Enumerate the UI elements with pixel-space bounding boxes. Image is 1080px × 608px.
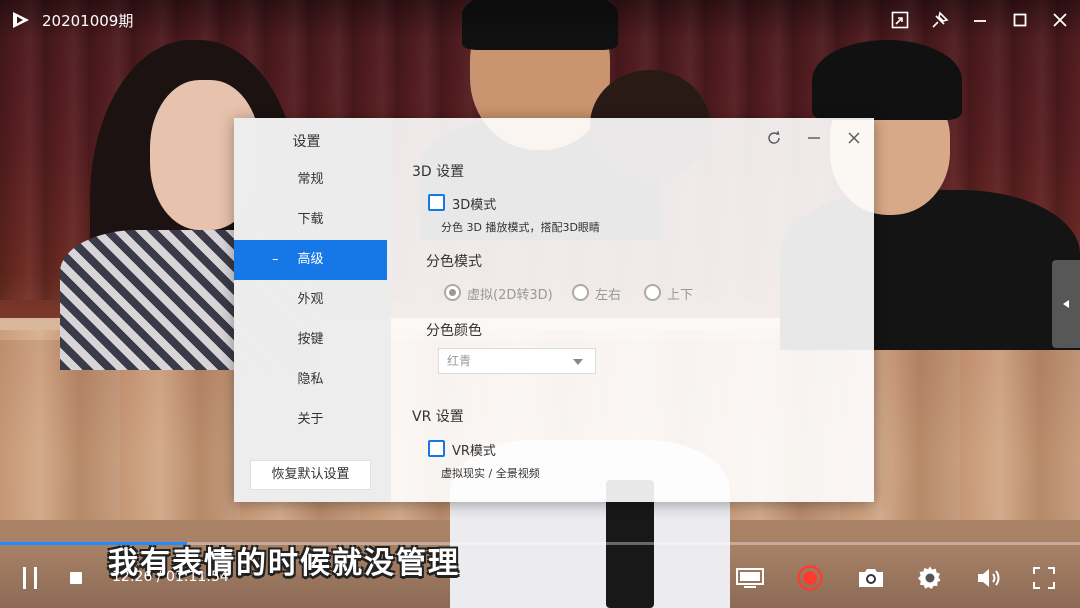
section-title-vr: VR 设置 (412, 409, 464, 425)
checkbox-vr-mode-label[interactable]: VR模式 (452, 440, 496, 459)
radio-virtual-2d-to-3d[interactable] (444, 284, 461, 301)
minimize-icon[interactable] (969, 9, 991, 31)
radio-top-bottom-label[interactable]: 上下 (667, 284, 693, 303)
settings-icon (918, 566, 941, 589)
stop-icon (70, 572, 82, 584)
volume-button[interactable] (975, 563, 1005, 593)
audience-person-cap (812, 40, 962, 120)
record-icon (797, 565, 823, 591)
timecode: 12:26 / 01:11:54 (112, 569, 229, 585)
nav-item-privacy[interactable]: 隐私 (234, 360, 387, 400)
nav-item-appearance[interactable]: 外观 (234, 280, 387, 320)
active-indicator: – (272, 252, 279, 267)
color-title: 分色颜色 (426, 323, 482, 339)
title-bar: 20201009期 (0, 0, 1080, 40)
logo-play-icon[interactable] (10, 9, 32, 31)
pin-icon[interactable] (929, 9, 951, 31)
maximize-icon[interactable] (1009, 9, 1031, 31)
mini-screen-icon[interactable] (889, 9, 911, 31)
nav-item-label: 常规 (297, 172, 324, 187)
volume-icon (978, 569, 1000, 587)
nav-item-hotkeys[interactable]: 按键 (234, 320, 387, 360)
window-title: 20201009期 (42, 12, 134, 30)
close-icon[interactable] (1049, 9, 1071, 31)
pause-button[interactable] (18, 563, 42, 593)
3d-mode-description: 分色 3D 播放模式，搭配3D眼睛 (441, 221, 600, 234)
chevron-down-icon (573, 359, 583, 365)
screenshot-button[interactable] (856, 563, 886, 593)
radio-left-right-label[interactable]: 左右 (595, 284, 621, 303)
nav-item-label: 高级 (297, 252, 324, 267)
settings-button[interactable] (916, 563, 944, 593)
checkbox-vr-mode[interactable] (428, 440, 445, 457)
settings-content: 3D 设置 3D模式 分色 3D 播放模式，搭配3D眼睛 分色模式 虚拟(2D转… (391, 118, 874, 502)
color-select[interactable]: 红青 (438, 348, 596, 374)
nav-item-label: 按键 (297, 332, 324, 347)
playlist-toggle-tab[interactable] (1052, 260, 1080, 348)
nav-item-label: 外观 (297, 292, 324, 307)
stop-button[interactable] (66, 563, 86, 593)
checkbox-3d-mode-label[interactable]: 3D模式 (452, 194, 496, 213)
radio-virtual-label[interactable]: 虚拟(2D转3D) (467, 284, 553, 303)
nav-item-label: 隐私 (297, 372, 324, 387)
vr-mode-description: 虚拟现实 / 全景视频 (441, 467, 540, 480)
fullscreen-icon (1033, 567, 1055, 589)
nav-item-general[interactable]: 常规 (234, 160, 387, 200)
camera-icon (859, 569, 883, 587)
triangle-left-icon (1063, 300, 1069, 308)
nav-item-label: 下载 (297, 212, 324, 227)
color-select-value: 红青 (447, 354, 472, 368)
settings-dialog: 设置 常规 下载 – 高级 外观 按键 隐私 关于 恢复默认设置 3D 设置 3D… (234, 118, 874, 502)
settings-heading: 设置 (292, 134, 321, 150)
screen-mode-button[interactable] (734, 563, 766, 593)
color-mode-title: 分色模式 (426, 254, 482, 270)
checkbox-3d-mode[interactable] (428, 194, 445, 211)
section-title-3d: 3D 设置 (412, 164, 465, 180)
record-button[interactable] (795, 563, 825, 593)
radio-left-right[interactable] (572, 284, 589, 301)
pause-icon (23, 567, 37, 589)
nav-item-download[interactable]: 下载 (234, 200, 387, 240)
screen-icon (736, 568, 764, 588)
nav-item-label: 关于 (297, 412, 324, 427)
restore-defaults-button[interactable]: 恢复默认设置 (250, 460, 371, 490)
settings-nav: 设置 常规 下载 – 高级 外观 按键 隐私 关于 恢复默认设置 (234, 118, 391, 502)
radio-top-bottom[interactable] (644, 284, 661, 301)
nav-item-advanced[interactable]: – 高级 (234, 240, 387, 280)
fullscreen-button[interactable] (1031, 563, 1057, 593)
nav-item-about[interactable]: 关于 (234, 400, 387, 440)
